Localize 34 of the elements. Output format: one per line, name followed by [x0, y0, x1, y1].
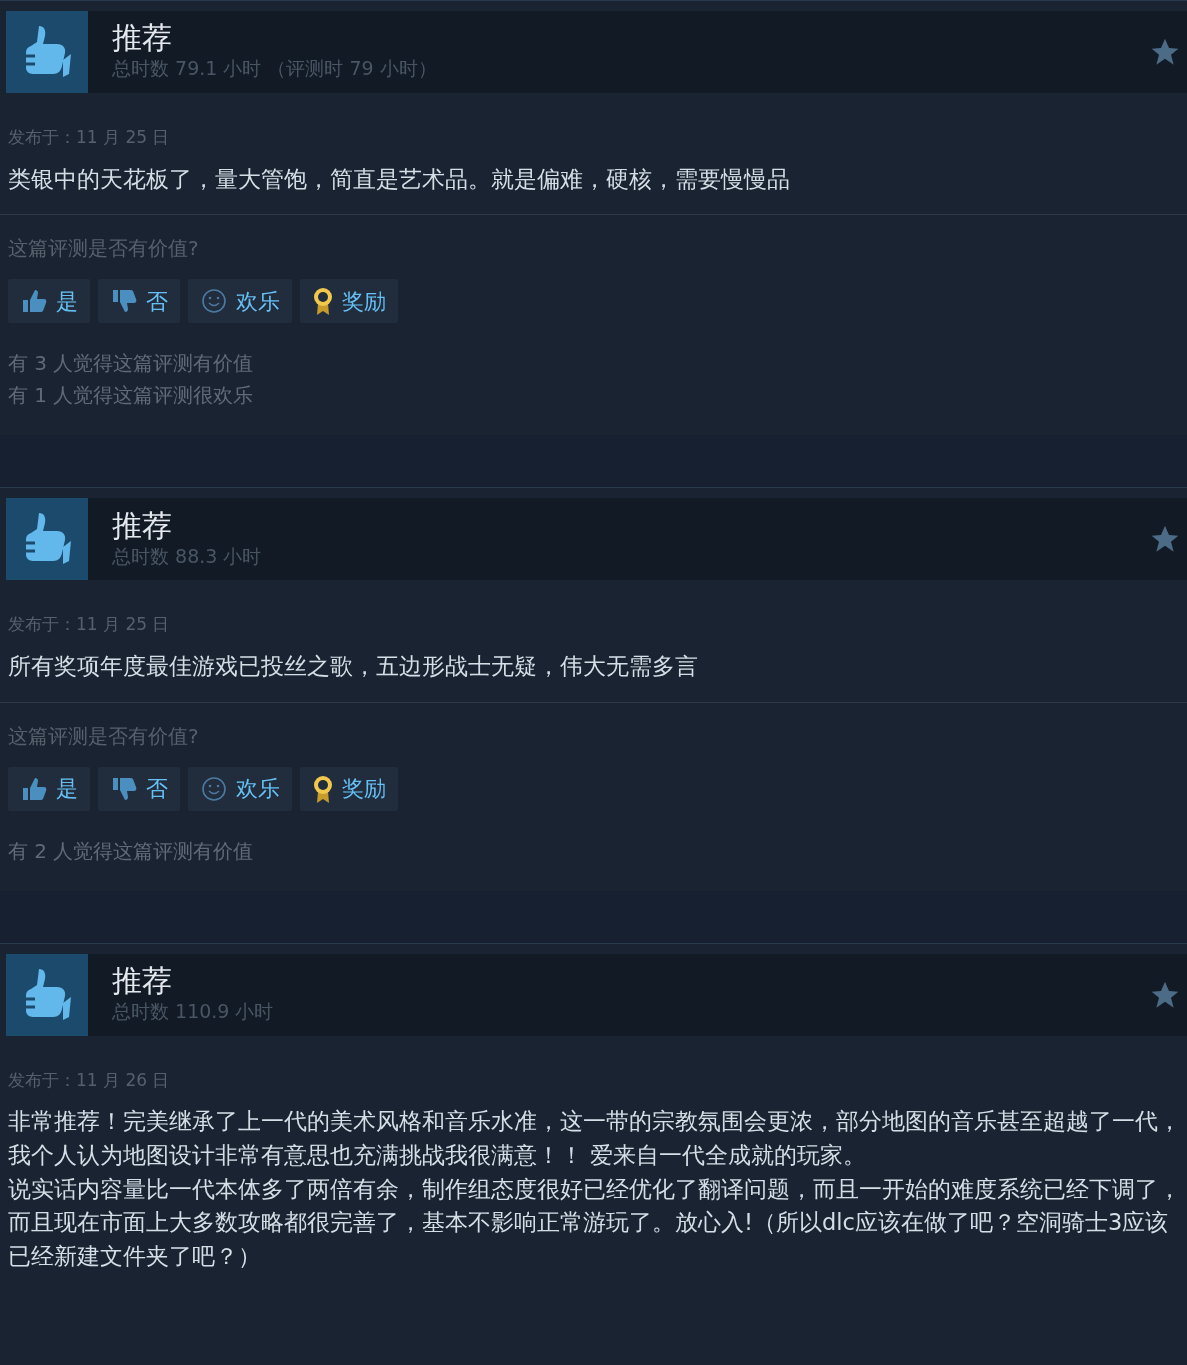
vote-button[interactable]: 否 — [98, 279, 180, 324]
thumbs-up-icon — [20, 288, 48, 315]
review-text: 说实话内容量比一代本体多了两倍有余，制作组态度很好已经优化了翻译问题，而且一开始的难度系统已经下调了，而且现在市面上大多数攻略都很完善了，基本不影响正常游玩了。放心入!（所以dlc应该在做了吧？空洞骑士3应该已经新建文件夹了吧？） — [8, 1174, 1182, 1271]
vote-button[interactable]: 是 — [8, 279, 90, 324]
thumbs-down-icon — [110, 775, 138, 802]
helpful-question: 这篇评测是否有价值? — [8, 722, 200, 750]
playtime-text: 总时数 110.9 小时 — [112, 998, 274, 1024]
playtime-text: 总时数 88.3 小时 — [112, 543, 262, 569]
post-date: 发布于：11 月 26 日 — [8, 1068, 171, 1092]
vote-button[interactable]: 奖励 — [300, 279, 398, 324]
thumbs-down-icon — [110, 288, 138, 315]
helpful-count: 有 3 人觉得这篇评测有价值 — [8, 350, 255, 378]
review-text: 所有奖项年度最佳游戏已投丝之歌，五边形战士无疑，伟大无需多言 — [8, 651, 699, 681]
review-text: 非常推荐！完美继承了上一代的美术风格和音乐水准，这一带的宗教氛围会更浓，部分地图的音乐甚至超越了一代，我个人认为地图设计非常有意思也充满挑战我很满意！！ 爱来自一代全成就的玩家。 — [8, 1107, 1182, 1170]
vote-button[interactable]: 是 — [8, 766, 90, 811]
smiley-icon — [200, 774, 228, 803]
post-date: 发布于：11 月 25 日 — [8, 126, 171, 149]
award-icon — [312, 773, 334, 804]
thumbs-up-icon — [20, 775, 48, 802]
award-icon — [312, 286, 334, 317]
review-verdict: 推荐 — [112, 963, 173, 997]
helpful-count: 有 2 人觉得这篇评测有价值 — [8, 837, 255, 865]
helpful-count: 有 1 人觉得这篇评测很欢乐 — [8, 382, 255, 410]
helpful-question: 这篇评测是否有价值? — [8, 235, 200, 263]
vote-button[interactable]: 奖励 — [300, 766, 398, 811]
smiley-icon — [200, 287, 228, 316]
review-text: 类银中的天花板了，量大管饱，简直是艺术品。就是偏难，硬核，需要慢慢品 — [8, 164, 791, 194]
vote-button[interactable]: 欢乐 — [188, 279, 292, 324]
vote-button[interactable]: 否 — [98, 766, 180, 811]
vote-button[interactable]: 欢乐 — [188, 766, 292, 811]
review-verdict: 推荐 — [112, 508, 173, 542]
post-date: 发布于：11 月 25 日 — [8, 613, 171, 637]
review-verdict: 推荐 — [112, 21, 173, 55]
playtime-text: 总时数 79.1 小时 （评测时 79 小时） — [112, 56, 437, 82]
